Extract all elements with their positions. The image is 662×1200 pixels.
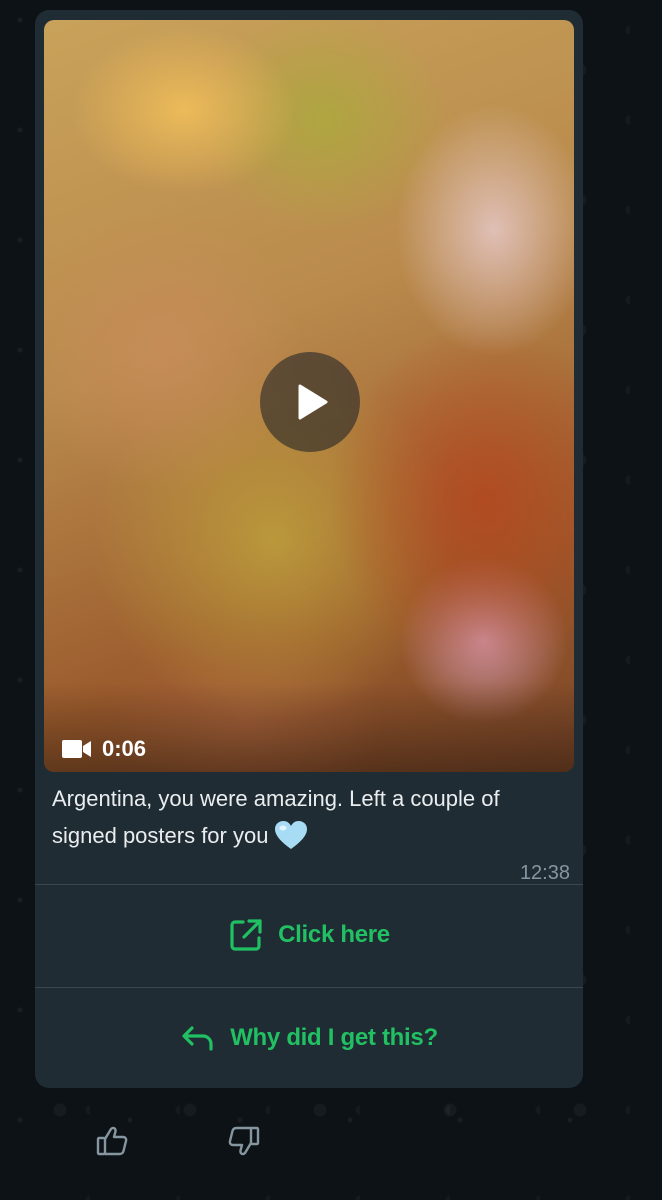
message-caption: Argentina, you were amazing. Left a coup… bbox=[52, 780, 522, 861]
play-button[interactable] bbox=[260, 352, 360, 452]
video-thumbnail[interactable]: 0:06 bbox=[44, 20, 574, 772]
video-duration-text: 0:06 bbox=[102, 736, 147, 761]
click-here-button[interactable]: Click here bbox=[35, 885, 583, 985]
message-timestamp: 12:38 bbox=[519, 862, 570, 884]
message-bubble: 0:06 Argentina, you were amazing. Left a… bbox=[35, 10, 583, 1088]
click-here-label: Click here bbox=[278, 921, 390, 948]
thumbs-down-icon[interactable] bbox=[227, 1124, 261, 1158]
why-did-i-get-this-label: Why did I get this? bbox=[230, 1024, 438, 1051]
video-camera-icon bbox=[62, 740, 91, 758]
light-blue-heart-emoji bbox=[274, 820, 308, 861]
play-icon bbox=[298, 384, 328, 420]
thumbs-up-icon[interactable] bbox=[95, 1124, 129, 1158]
external-link-icon bbox=[230, 919, 262, 951]
video-duration: 0:06 bbox=[62, 736, 146, 762]
reply-icon bbox=[182, 1026, 213, 1051]
feedback-bar bbox=[95, 1124, 261, 1158]
why-did-i-get-this-button[interactable]: Why did I get this? bbox=[35, 988, 583, 1088]
